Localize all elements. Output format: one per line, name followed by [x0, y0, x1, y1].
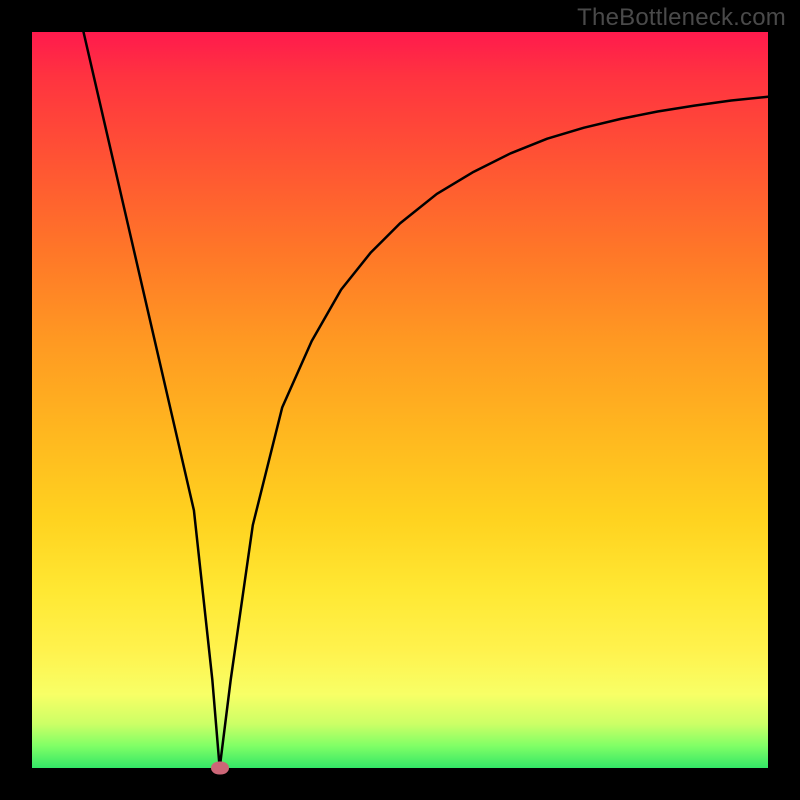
minimum-marker [211, 762, 229, 775]
chart-curve [32, 32, 768, 768]
series-curve [84, 32, 768, 768]
watermark-text: TheBottleneck.com [577, 4, 786, 32]
chart-plot-area [32, 32, 768, 768]
